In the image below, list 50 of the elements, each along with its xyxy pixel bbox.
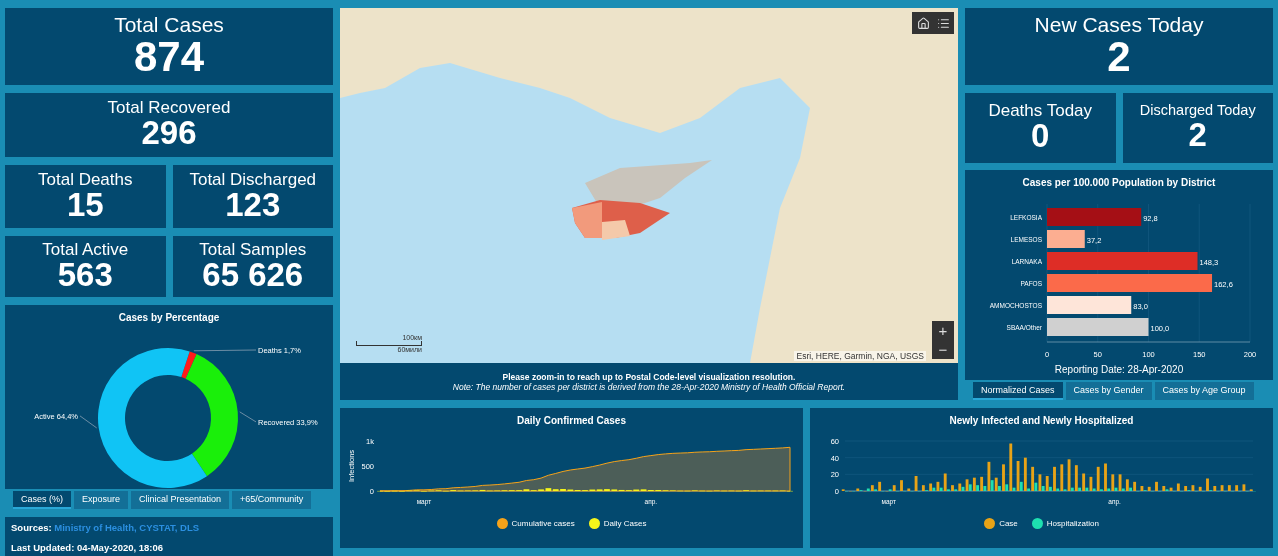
legend-label: Daily Cases <box>603 519 647 528</box>
chart-title: Cases per 100.000 Population by District <box>1021 176 1217 188</box>
stat-value: 563 <box>57 257 113 293</box>
tab[interactable]: Clinical Presentation <box>131 491 230 509</box>
legend-label: Hospitalization <box>1046 519 1099 528</box>
stat-label: Total Deaths <box>38 170 133 188</box>
chart-title: Newly Infected and Newly Hospitalized <box>948 414 1135 426</box>
chart-title: Cases by Percentage <box>117 311 221 323</box>
legend-label: Cumulative cases <box>511 519 575 528</box>
stat-value: 65 626 <box>202 257 304 293</box>
zoom-in-button[interactable]: + <box>932 321 954 340</box>
map-caption: Please zoom-in to reach up to Postal Code-level visualization resolution. <box>502 371 796 382</box>
stat-value: 0 <box>1031 119 1050 154</box>
stat-label: Total Recovered <box>107 99 231 117</box>
leader-line <box>193 349 257 352</box>
bar <box>1047 230 1085 248</box>
zoom-out-button[interactable]: − <box>932 340 954 359</box>
stat-label: Deaths Today <box>988 102 1093 120</box>
stat-label: Total Active <box>42 240 129 258</box>
tab[interactable]: Cases by Age Group <box>1154 382 1254 400</box>
tab[interactable]: Exposure <box>74 491 129 509</box>
legend-dot <box>984 518 996 529</box>
stat-label: Discharged Today <box>1139 103 1256 118</box>
tab[interactable]: +65/Community <box>232 491 312 509</box>
leader-line <box>79 415 98 429</box>
stat-label: Total Cases <box>114 13 224 35</box>
legend-dot <box>496 518 508 529</box>
map-attribution: Esri, HERE, Garmin, NGA, USGS <box>794 351 926 361</box>
tab[interactable]: Normalized Cases <box>973 382 1063 400</box>
legend-dot <box>588 518 600 529</box>
leader-line <box>239 411 257 423</box>
legend-dot <box>1031 518 1043 529</box>
stat-value: 2 <box>1188 117 1207 153</box>
stat-value: 2 <box>1107 34 1131 80</box>
scale-bar <box>356 341 422 346</box>
stat-label: Total Discharged <box>189 170 317 188</box>
stat-label: New Cases Today <box>1034 13 1204 35</box>
tab[interactable]: Cases (%) <box>13 491 71 509</box>
reporting-date: Reporting Date: 28-Apr-2020 <box>1053 364 1185 375</box>
stat-value: 874 <box>133 34 205 80</box>
tab[interactable]: Cases by Gender <box>1065 382 1152 400</box>
last-updated-text: Last Updated: 04-May-2020, 18:06 <box>11 542 165 553</box>
stat-value: 296 <box>141 116 197 151</box>
chart-title: Daily Confirmed Cases <box>516 414 627 426</box>
legend-label: Case <box>999 519 1018 528</box>
stat-value: 123 <box>225 187 281 223</box>
map-note: Note: The number of cases per district is derived from the 28-Apr-2020 Ministry of Health Official Report. <box>452 381 846 392</box>
sources-text: Sources: Ministry of Health, CYSTAT, DLS <box>11 522 201 533</box>
stat-value: 15 <box>66 187 104 223</box>
stat-label: Total Samples <box>199 240 307 258</box>
